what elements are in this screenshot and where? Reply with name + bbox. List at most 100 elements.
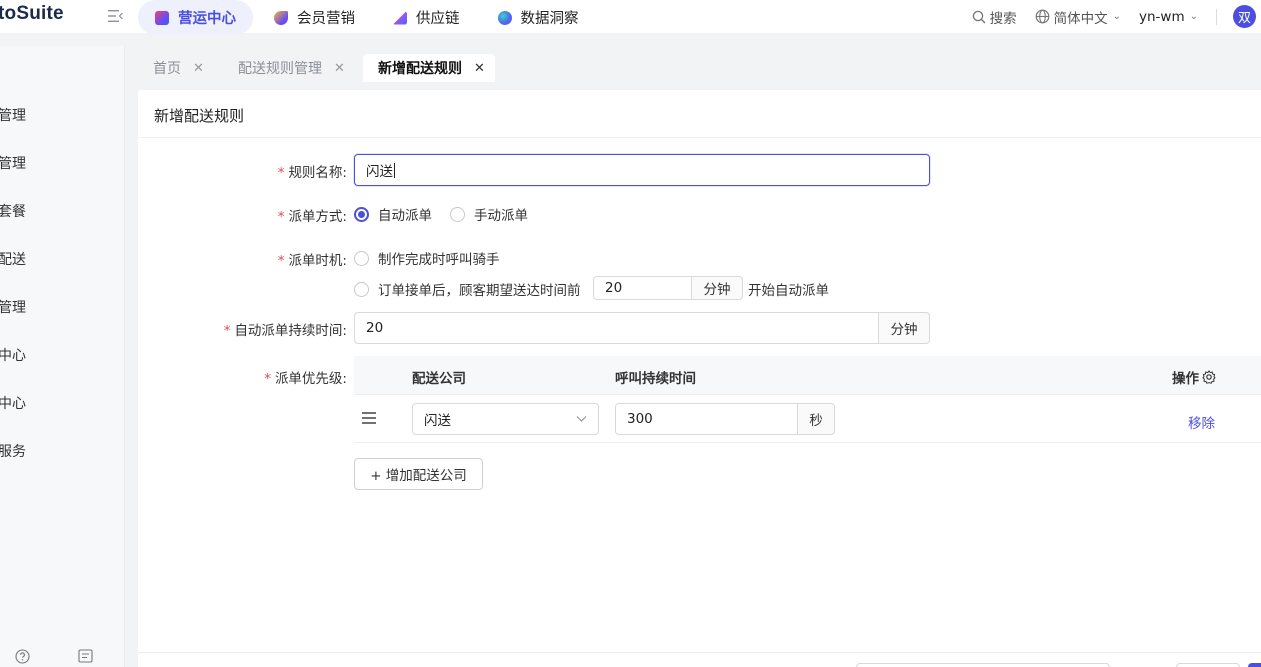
required-mark: * bbox=[264, 371, 271, 387]
nav-item-supply-chain[interactable]: 供应链 bbox=[376, 0, 477, 35]
page-title: 新增配送规则 bbox=[154, 107, 245, 125]
user-label: yn-wm bbox=[1139, 8, 1185, 25]
nav-item-label: 营运中心 bbox=[178, 11, 236, 27]
tab-label: 首页 bbox=[153, 61, 181, 77]
call-duration-value: 300 bbox=[627, 411, 653, 427]
radio-manual-dispatch[interactable]: 手动派单 bbox=[450, 204, 528, 224]
header-right: 搜索 简体中文 ⌄ yn-wm ⌄ 双 bbox=[972, 0, 1261, 33]
user-menu[interactable]: yn-wm ⌄ bbox=[1139, 9, 1198, 25]
dispatch-mode-label-text: 派单方式: bbox=[288, 209, 347, 225]
radio-unchecked-icon bbox=[354, 250, 369, 266]
sidebar-item[interactable]: 管理 bbox=[0, 153, 26, 173]
globe-icon bbox=[1035, 9, 1050, 24]
footer-button[interactable] bbox=[1176, 663, 1240, 667]
column-header-label: 操作 bbox=[1172, 371, 1199, 387]
close-icon[interactable]: ✕ bbox=[474, 61, 485, 76]
rule-name-label: * 规则名称: bbox=[278, 161, 347, 181]
header-search[interactable]: 搜索 bbox=[972, 7, 1017, 27]
tabs-bar: 首页 ✕ 配送规则管理 ✕ 新增配送规则 ✕ bbox=[138, 46, 1261, 90]
required-mark: * bbox=[223, 323, 231, 339]
auto-duration-input[interactable]: 20 bbox=[354, 312, 879, 344]
search-label: 搜索 bbox=[989, 10, 1017, 27]
search-icon bbox=[972, 10, 986, 23]
column-header-actions: 操作 bbox=[1172, 367, 1216, 387]
sidebar-item[interactable]: 管理 bbox=[0, 297, 26, 317]
settings-gear-icon[interactable] bbox=[1202, 370, 1216, 384]
rule-name-label-text: 规则名称: bbox=[288, 165, 347, 181]
nav-item-label: 会员营销 bbox=[297, 11, 355, 27]
sidebar-item[interactable]: 配送 bbox=[0, 249, 26, 269]
company-select-value: 闪送 bbox=[424, 413, 451, 429]
main-card: 新增配送规则 * 规则名称: 闪送 * 派单方式: 自动派单 手动派单 * 派单时机:… bbox=[138, 90, 1261, 667]
radio-label: 订单接单后，顾客期望送达时间前 bbox=[378, 283, 581, 299]
column-header-call-duration: 呼叫持续时间 bbox=[615, 371, 696, 387]
required-mark: * bbox=[277, 165, 285, 181]
nav-item-operations[interactable]: 营运中心 bbox=[138, 0, 253, 35]
table-row: 闪送 300 秒 移除 bbox=[354, 395, 1261, 443]
rule-name-input[interactable]: 闪送 bbox=[354, 154, 930, 186]
drag-handle-icon[interactable] bbox=[362, 412, 376, 424]
radio-label: 自动派单 bbox=[378, 208, 432, 224]
tab-label: 新增配送规则 bbox=[378, 61, 462, 77]
footer-divider bbox=[138, 652, 1261, 653]
member-marketing-icon bbox=[274, 10, 288, 25]
duration-unit-addon: 分钟 bbox=[878, 312, 930, 344]
footer-primary-button[interactable] bbox=[1248, 663, 1261, 667]
auto-duration-value: 20 bbox=[366, 320, 384, 336]
top-bar: toSuite 营运中心 会员营销 供应链 数据洞察 搜索 简体中文 ⌄ yn-… bbox=[0, 0, 1261, 35]
minutes-unit-addon: 分钟 bbox=[691, 276, 743, 300]
close-icon[interactable]: ✕ bbox=[334, 61, 345, 76]
language-selector[interactable]: 简体中文 ⌄ bbox=[1035, 7, 1121, 27]
close-icon[interactable]: ✕ bbox=[193, 61, 204, 76]
tab-label: 配送规则管理 bbox=[238, 61, 322, 77]
nav-item-label: 数据洞察 bbox=[520, 11, 579, 27]
priority-table-header: 配送公司 呼叫持续时间 操作 bbox=[354, 356, 1261, 395]
sidebar-item[interactable]: 套餐 bbox=[0, 201, 26, 221]
radio-label: 手动派单 bbox=[474, 208, 528, 224]
nav-item-data-insight[interactable]: 数据洞察 bbox=[481, 0, 596, 35]
tab-home[interactable]: 首页 ✕ bbox=[138, 54, 214, 82]
remove-link[interactable]: 移除 bbox=[1188, 412, 1215, 432]
tab-new-delivery-rule[interactable]: 新增配送规则 ✕ bbox=[363, 54, 495, 82]
text-cursor bbox=[394, 162, 395, 178]
app-logo[interactable]: toSuite bbox=[0, 3, 64, 25]
radio-checked-icon bbox=[354, 206, 369, 222]
minutes-before-input[interactable]: 20 bbox=[593, 276, 692, 300]
required-mark: * bbox=[277, 253, 285, 269]
data-insight-icon bbox=[497, 10, 512, 25]
sidebar-item[interactable]: 服务 bbox=[0, 441, 26, 461]
help-icon[interactable] bbox=[15, 649, 30, 664]
company-select[interactable]: 闪送 bbox=[412, 403, 599, 435]
radio-auto-dispatch[interactable]: 自动派单 bbox=[354, 204, 432, 224]
nav-item-member-marketing[interactable]: 会员营销 bbox=[257, 0, 372, 35]
radio-label: 制作完成时呼叫骑手 bbox=[378, 252, 500, 268]
operations-cube-icon bbox=[155, 10, 169, 25]
seconds-unit-addon: 秒 bbox=[797, 403, 835, 435]
nav-item-label: 供应链 bbox=[416, 11, 460, 27]
chevron-down-icon: ⌄ bbox=[1112, 11, 1121, 22]
menu-collapse-icon[interactable] bbox=[108, 9, 123, 23]
priority-label: * 派单优先级: bbox=[264, 367, 347, 387]
dispatch-timing-label-text: 派单时机: bbox=[288, 253, 347, 269]
radio-before-expected-time[interactable]: 订单接单后，顾客期望送达时间前 bbox=[354, 279, 581, 299]
tab-delivery-rules[interactable]: 配送规则管理 ✕ bbox=[223, 54, 355, 82]
minutes-before-value: 20 bbox=[605, 280, 623, 296]
chevron-down-icon bbox=[576, 416, 587, 422]
required-mark: * bbox=[277, 209, 285, 225]
sidebar-item[interactable]: 管理 bbox=[0, 105, 26, 125]
header-divider bbox=[1216, 8, 1217, 25]
radio-unchecked-icon bbox=[450, 206, 465, 222]
feedback-icon[interactable] bbox=[78, 649, 93, 663]
rule-name-value: 闪送 bbox=[366, 164, 393, 180]
main-nav: 营运中心 会员营销 供应链 数据洞察 bbox=[138, 0, 600, 35]
call-duration-input[interactable]: 300 bbox=[615, 403, 799, 435]
column-header-company: 配送公司 bbox=[412, 371, 466, 387]
sidebar-item[interactable]: 中心 bbox=[0, 393, 26, 413]
radio-call-on-ready[interactable]: 制作完成时呼叫骑手 bbox=[354, 248, 500, 268]
sidebar-item[interactable]: 中心 bbox=[0, 345, 26, 365]
dispatch-timing-label: * 派单时机: bbox=[278, 249, 347, 269]
footer-control[interactable] bbox=[856, 663, 1110, 667]
auto-dispatch-suffix: 开始自动派单 bbox=[748, 283, 829, 299]
avatar[interactable]: 双 bbox=[1233, 5, 1256, 28]
add-delivery-company-button[interactable]: + 增加配送公司 bbox=[354, 458, 483, 490]
